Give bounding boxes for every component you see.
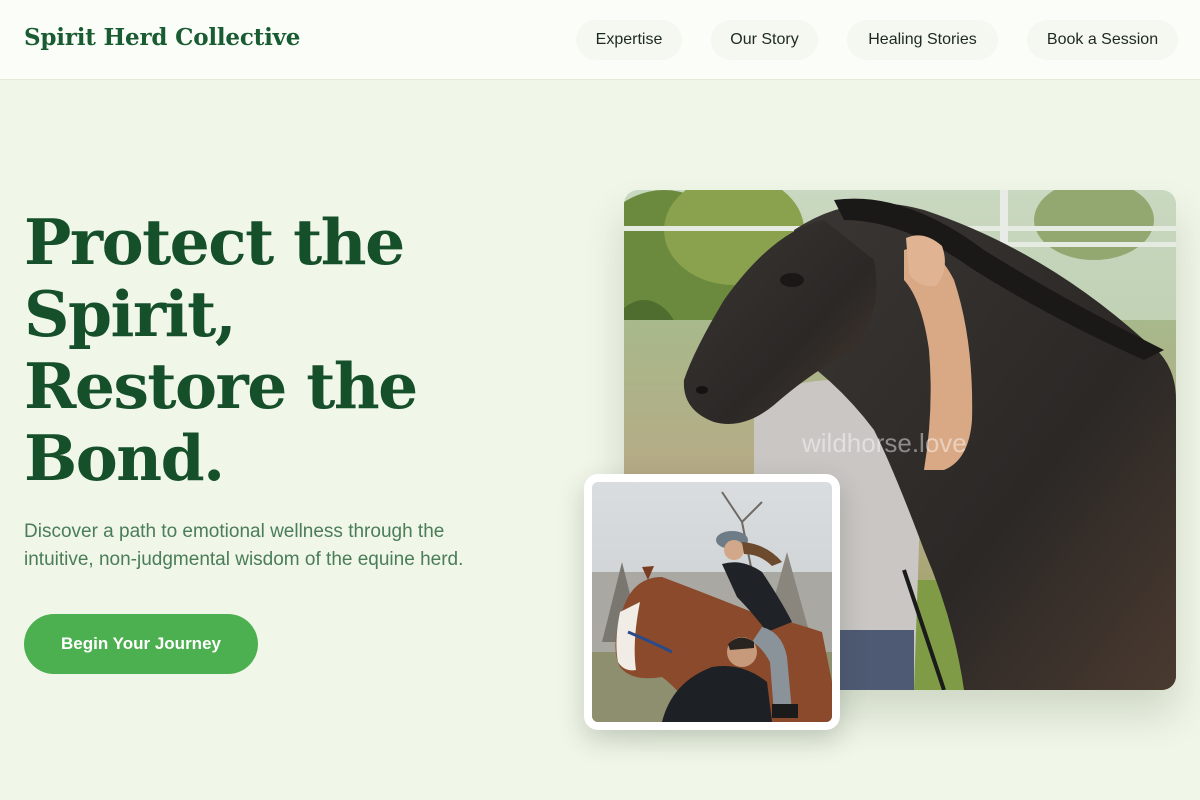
hero-inset-image — [592, 482, 832, 722]
hero-title-line: Bond. — [24, 421, 225, 495]
image-watermark: wildhorse.love — [802, 428, 967, 458]
hero-subtitle-line: intuitive, non-judgmental wisdom of the … — [24, 549, 464, 570]
brand-logo[interactable]: Spirit Herd Collective — [24, 24, 300, 51]
nav-link-expertise[interactable]: Expertise — [576, 20, 682, 60]
hero-title-line: Restore the — [24, 349, 418, 423]
hero-title-line: Protect the — [24, 205, 405, 279]
hero-subtitle: Discover a path to emotional wellness th… — [24, 518, 564, 574]
nav-link-healing-stories[interactable]: Healing Stories — [847, 20, 998, 60]
hero-subtitle-line: Discover a path to emotional wellness th… — [24, 521, 445, 542]
hero-title-line: Spirit, — [24, 277, 237, 351]
rider-mounting-illustration — [592, 482, 832, 722]
begin-journey-button[interactable]: Begin Your Journey — [24, 614, 258, 674]
hero-title: Protect the Spirit, Restore the Bond. — [24, 206, 544, 494]
nav-link-book-a-session[interactable]: Book a Session — [1027, 20, 1178, 60]
top-nav: Spirit Herd Collective Expertise Our Sto… — [0, 0, 1200, 80]
nav-link-our-story[interactable]: Our Story — [711, 20, 818, 60]
hero-inset-image-frame — [584, 474, 840, 730]
